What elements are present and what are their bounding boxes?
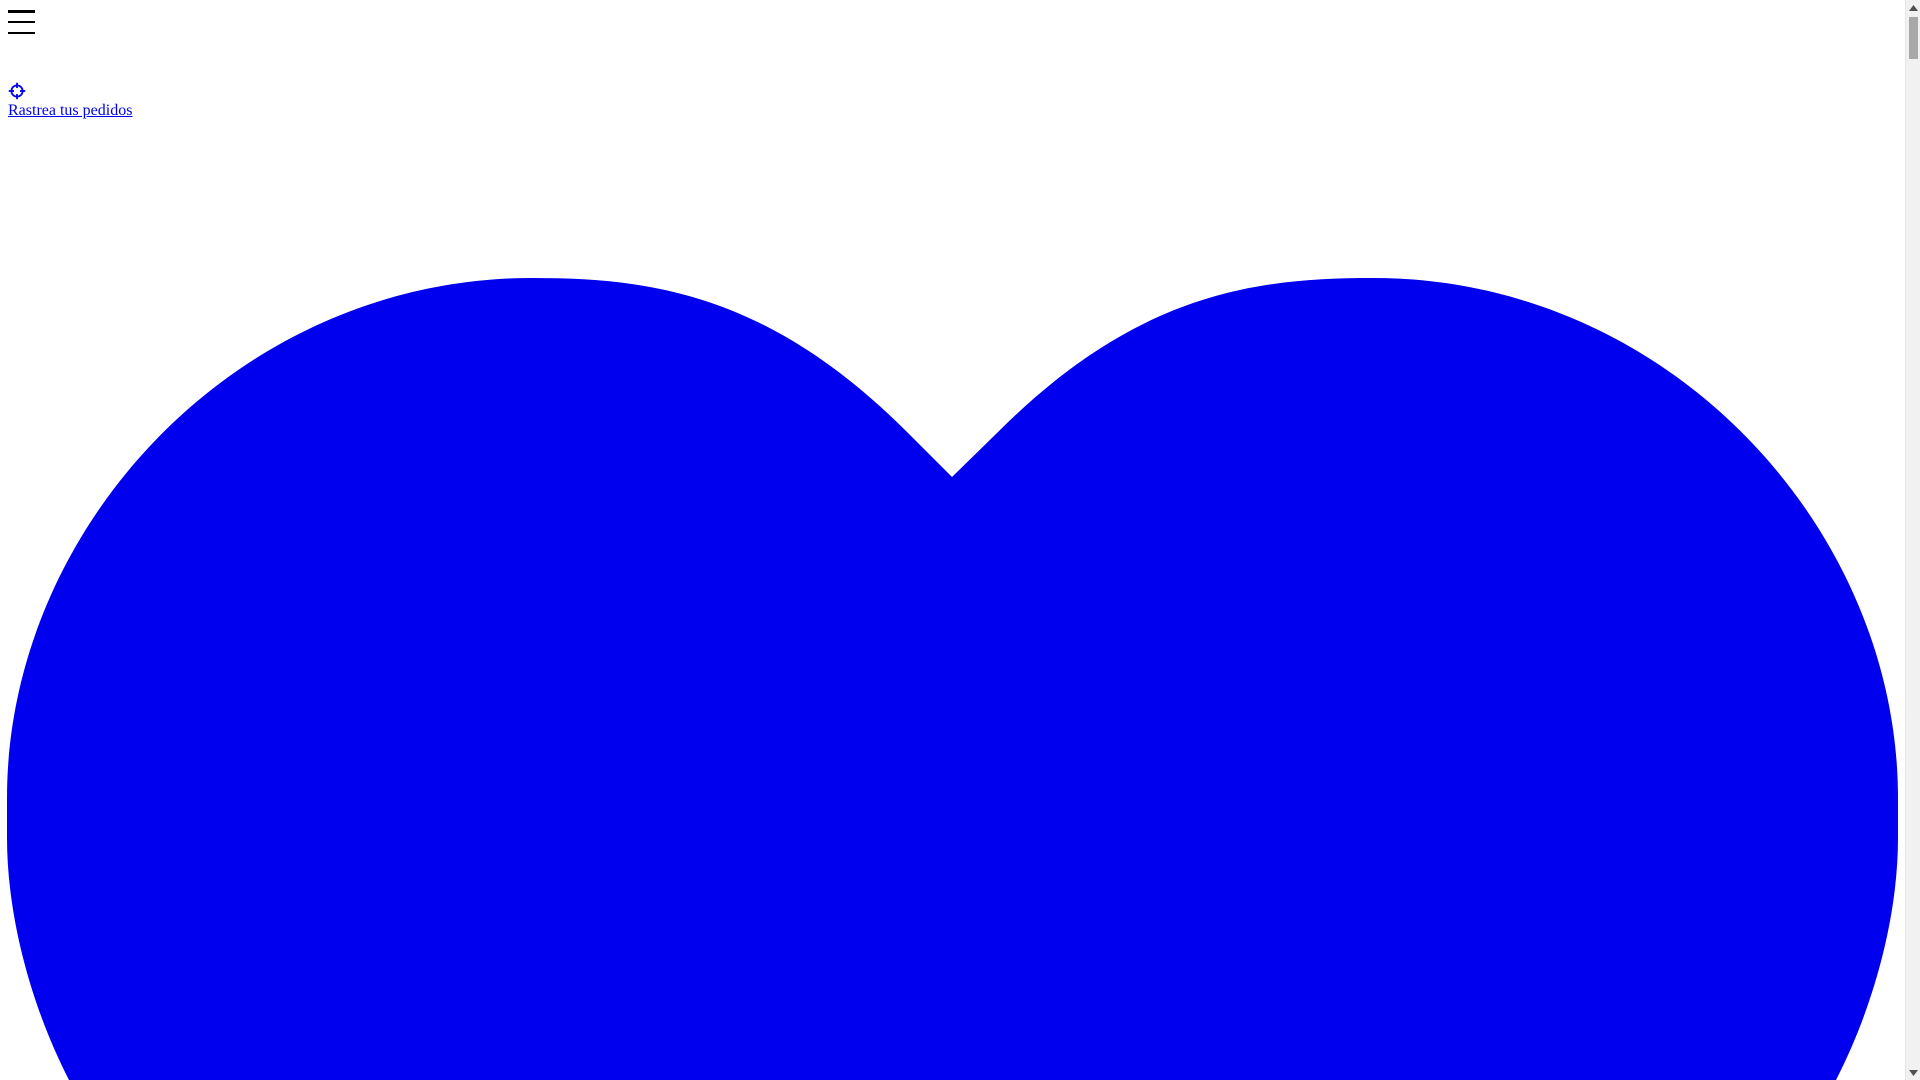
scroll-up-arrow-icon[interactable] xyxy=(1906,0,1920,15)
heart-icon xyxy=(7,278,1898,1080)
hamburger-menu-icon-bar-top xyxy=(8,10,35,13)
track-orders-link[interactable]: Rastrea tus pedidos xyxy=(8,82,132,120)
vertical-scrollbar[interactable] xyxy=(1905,0,1920,1080)
crosshair-target-icon xyxy=(8,82,26,100)
hamburger-menu-icon-bar-middle xyxy=(8,20,35,24)
scrollbar-thumb[interactable] xyxy=(1909,17,1918,59)
hamburger-menu-icon-bar-bottom xyxy=(8,31,35,34)
scroll-down-arrow-icon[interactable] xyxy=(1906,1065,1920,1080)
track-orders-label: Rastrea tus pedidos xyxy=(8,102,133,119)
hamburger-menu-button[interactable] xyxy=(8,8,36,36)
page: Rastrea tus pedidos xyxy=(0,0,1920,1080)
